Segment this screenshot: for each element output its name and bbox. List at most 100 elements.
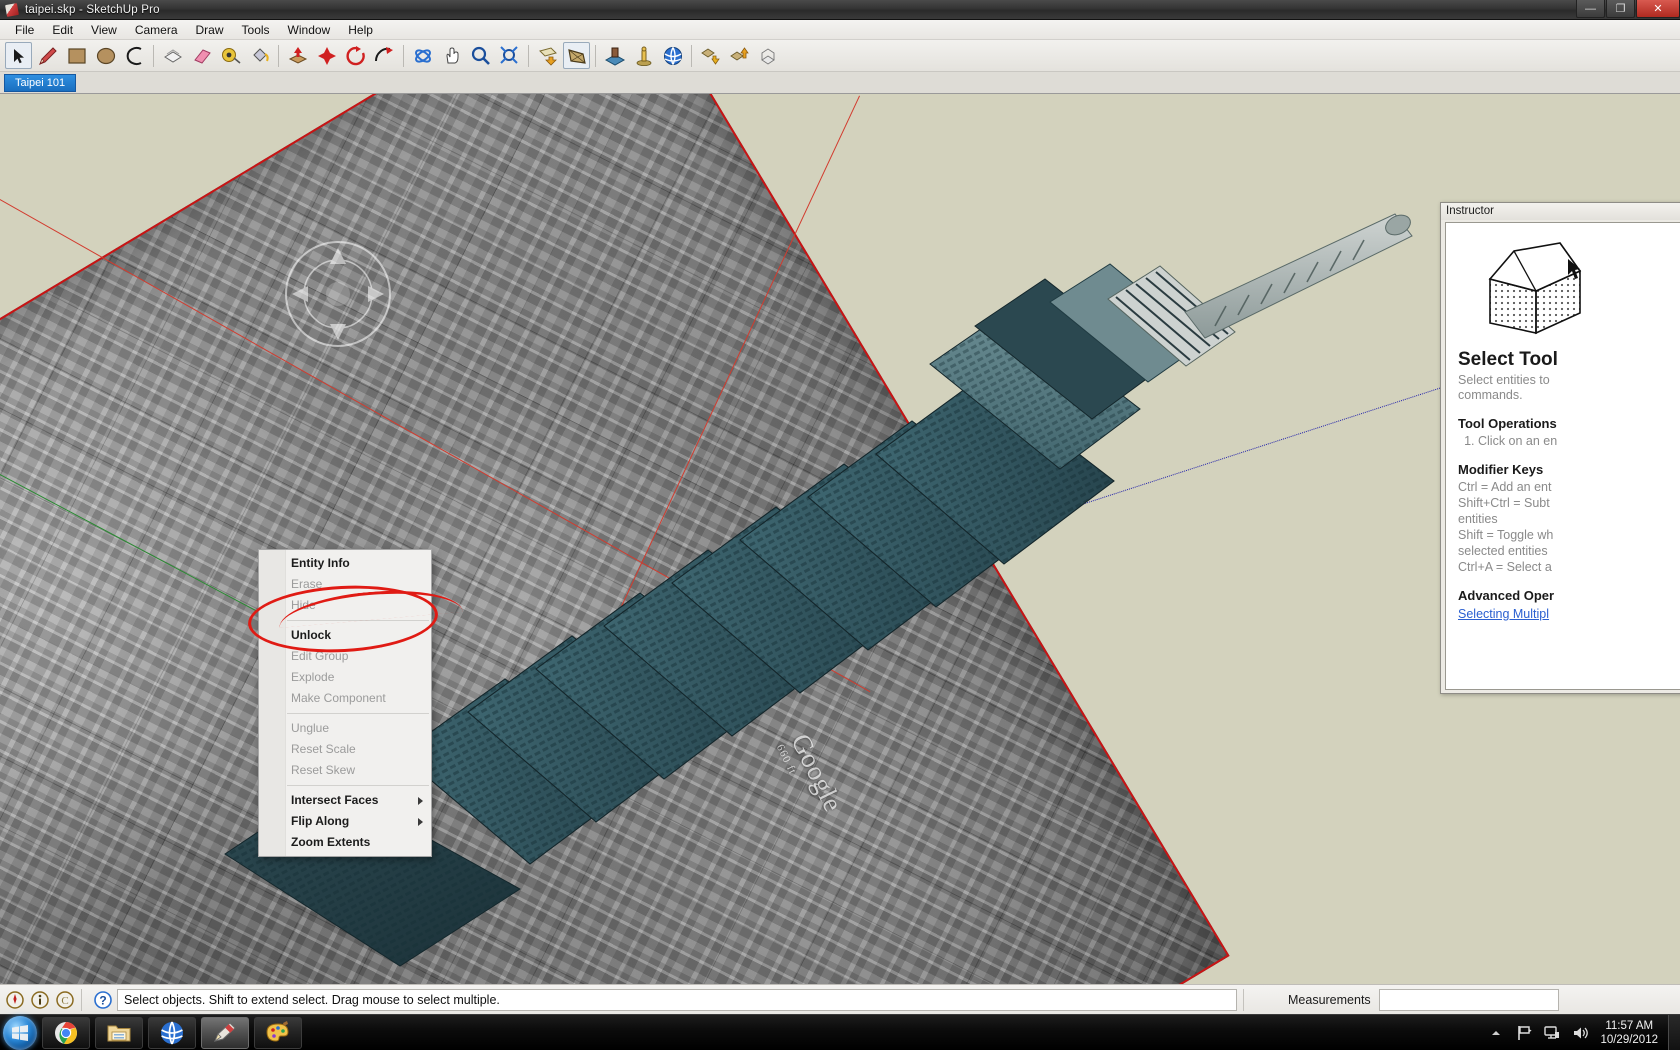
add-location-tool-button[interactable] <box>601 42 628 69</box>
toolbar-separator <box>278 45 279 67</box>
pan-tool-button[interactable] <box>438 42 465 69</box>
menubar: File Edit View Camera Draw Tools Window … <box>0 20 1680 40</box>
taskbar-explorer[interactable] <box>95 1017 143 1049</box>
volume-icon[interactable] <box>1569 1022 1591 1044</box>
instructor-section-modifier-keys: Modifier Keys <box>1458 462 1680 477</box>
instructor-panel[interactable]: Instructor <box>1440 202 1680 694</box>
menu-edit[interactable]: Edit <box>43 21 82 39</box>
taskbar-clock[interactable]: 11:57 AM 10/29/2012 <box>1600 1019 1658 1047</box>
network-icon[interactable] <box>1541 1022 1563 1044</box>
statusbar-separator <box>81 989 82 1011</box>
menu-window[interactable]: Window <box>279 21 340 39</box>
instructor-operation-item: Click on an en <box>1478 433 1680 449</box>
maximize-button[interactable]: ❐ <box>1606 0 1635 18</box>
context-menu[interactable]: Entity Info Erase Hide Unlock Edit Group… <box>258 549 432 857</box>
instructor-operations-list: Click on an en <box>1458 433 1680 449</box>
measurements-input[interactable] <box>1379 989 1559 1011</box>
minimize-button[interactable]: — <box>1576 0 1605 18</box>
toolbar-separator <box>595 45 596 67</box>
main-toolbar <box>0 40 1680 72</box>
statusbar: C ? Select objects. Shift to extend sele… <box>0 984 1680 1014</box>
instructor-modifier-item: entities <box>1458 511 1680 527</box>
sketchup-application-window: taipei.skp - SketchUp Pro — ❐ ✕ File Edi… <box>0 0 1680 1050</box>
taskbar-chrome[interactable] <box>42 1017 90 1049</box>
menu-file[interactable]: File <box>6 21 43 39</box>
zoom-extents-tool-button[interactable] <box>496 42 523 69</box>
context-menu-item-hide: Hide <box>259 595 431 616</box>
instructor-section-tool-operations: Tool Operations <box>1458 416 1680 431</box>
taskbar-google-earth[interactable] <box>148 1017 196 1049</box>
context-menu-item-entity-info[interactable]: Entity Info <box>259 553 431 574</box>
instructor-advanced-link[interactable]: Selecting Multipl <box>1458 607 1549 621</box>
window-titlebar: taipei.skp - SketchUp Pro — ❐ ✕ <box>0 0 1680 20</box>
chevron-up-icon[interactable] <box>1485 1022 1507 1044</box>
instructor-heading: Select Tool <box>1458 349 1680 371</box>
context-menu-item-intersect-faces[interactable]: Intersect Faces <box>259 790 431 811</box>
orbit-tool-button[interactable] <box>409 42 436 69</box>
copyright-icon[interactable]: C <box>55 990 75 1010</box>
pushpull-tool-button[interactable] <box>159 42 186 69</box>
context-menu-separator <box>287 620 429 621</box>
select-tool-illustration <box>1476 235 1596 339</box>
start-button[interactable] <box>3 1016 37 1050</box>
context-menu-item-flip-along-label: Flip Along <box>291 814 349 828</box>
chevron-right-icon <box>418 797 423 805</box>
credits-icon[interactable] <box>5 990 25 1010</box>
instructor-modifier-item: Shift+Ctrl = Subt <box>1458 495 1680 511</box>
show-desktop-button[interactable] <box>1668 1015 1680 1050</box>
share-component-tool-button[interactable] <box>755 42 782 69</box>
measurements-label: Measurements <box>1288 993 1371 1007</box>
statusbar-separator <box>1243 989 1244 1011</box>
taskbar-sketchup[interactable] <box>201 1017 249 1049</box>
context-menu-item-unglue: Unglue <box>259 718 431 739</box>
context-menu-item-intersect-faces-label: Intersect Faces <box>291 793 378 807</box>
instructor-description-line-1: Select entities to <box>1458 373 1680 388</box>
menu-view[interactable]: View <box>82 21 126 39</box>
tape-measure-tool-button[interactable] <box>217 42 244 69</box>
satellite-imagery-plate <box>0 94 1230 984</box>
question-mark-icon[interactable]: ? <box>93 990 113 1010</box>
menu-help[interactable]: Help <box>339 21 382 39</box>
rectangle-tool-button[interactable] <box>63 42 90 69</box>
share-model-tool-button[interactable] <box>726 42 753 69</box>
rotate-tool-button[interactable] <box>342 42 369 69</box>
model-viewport[interactable]: Google 660 ft <box>0 94 1680 984</box>
paint-bucket-tool-button[interactable] <box>246 42 273 69</box>
window-title: taipei.skp - SketchUp Pro <box>25 4 160 16</box>
select-tool-button[interactable] <box>5 42 32 69</box>
flag-icon[interactable] <box>1513 1022 1535 1044</box>
context-menu-item-explode: Explode <box>259 667 431 688</box>
line-pencil-tool-button[interactable] <box>34 42 61 69</box>
menu-tools[interactable]: Tools <box>233 21 279 39</box>
toolbar-separator <box>528 45 529 67</box>
context-menu-item-reset-scale: Reset Scale <box>259 739 431 760</box>
menu-camera[interactable]: Camera <box>126 21 187 39</box>
scale-tool-button[interactable] <box>313 42 340 69</box>
move-tool-button[interactable] <box>284 42 311 69</box>
preview-model-in-google-earth-tool-button[interactable] <box>659 42 686 69</box>
menu-draw[interactable]: Draw <box>187 21 233 39</box>
circle-tool-button[interactable] <box>92 42 119 69</box>
taskbar-paint[interactable] <box>254 1017 302 1049</box>
context-menu-item-make-component: Make Component <box>259 688 431 709</box>
perspective-camera-tool-button[interactable] <box>563 42 590 69</box>
context-menu-item-unlock[interactable]: Unlock <box>259 625 431 646</box>
info-icon[interactable] <box>30 990 50 1010</box>
eraser-tool-button[interactable] <box>188 42 215 69</box>
photo-texture-tool-button[interactable] <box>630 42 657 69</box>
window-controls: — ❐ ✕ <box>1575 0 1680 20</box>
context-menu-item-reset-skew: Reset Skew <box>259 760 431 781</box>
zoom-tool-button[interactable] <box>467 42 494 69</box>
status-message: Select objects. Shift to extend select. … <box>124 993 500 1007</box>
section-plane-tool-button[interactable] <box>534 42 561 69</box>
arc-tool-button[interactable] <box>121 42 148 69</box>
status-message-field: Select objects. Shift to extend select. … <box>117 989 1237 1011</box>
get-models-tool-button[interactable] <box>697 42 724 69</box>
scene-tab-taipei-101[interactable]: Taipei 101 <box>4 74 76 92</box>
context-menu-item-zoom-extents[interactable]: Zoom Extents <box>259 832 431 853</box>
toolbar-separator <box>691 45 692 67</box>
context-menu-item-flip-along[interactable]: Flip Along <box>259 811 431 832</box>
close-button[interactable]: ✕ <box>1636 0 1680 18</box>
follow-me-tool-button[interactable] <box>371 42 398 69</box>
instructor-panel-body: Select Tool Select entities to commands.… <box>1445 222 1680 690</box>
